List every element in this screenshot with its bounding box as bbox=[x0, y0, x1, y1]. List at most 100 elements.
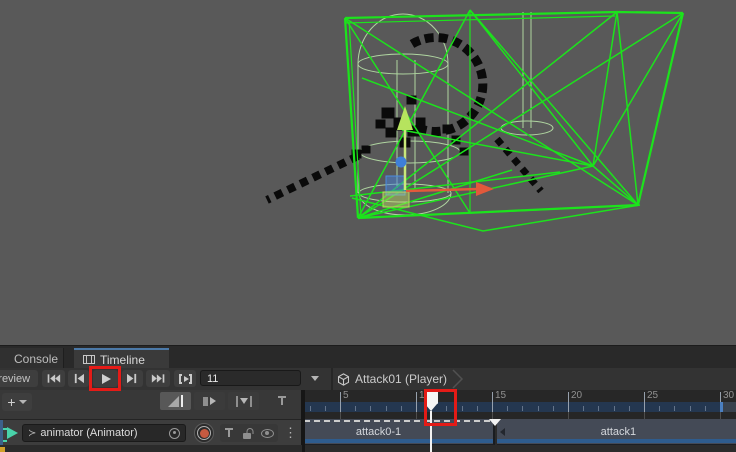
film-icon bbox=[83, 354, 95, 365]
highlight-playhead bbox=[424, 389, 457, 426]
ruler-gridline bbox=[416, 412, 417, 419]
ruler-tick bbox=[598, 406, 599, 411]
clip-blend-marker bbox=[489, 419, 501, 426]
ruler-tick bbox=[705, 406, 706, 411]
unity-editor: Console Timeline Preview bbox=[0, 0, 736, 452]
play-range-button[interactable] bbox=[174, 370, 196, 387]
ruler-gridline bbox=[340, 412, 341, 419]
ruler-tick bbox=[629, 406, 630, 411]
lock-icon[interactable] bbox=[243, 428, 252, 439]
next-frame-icon bbox=[126, 373, 139, 384]
bottom-strip bbox=[0, 445, 302, 452]
ruler-label: 30 bbox=[723, 390, 734, 401]
pin-icon[interactable] bbox=[224, 427, 234, 439]
ruler-label: 15 bbox=[495, 390, 506, 401]
ruler-tick bbox=[674, 406, 675, 411]
ruler-major-tick bbox=[644, 392, 645, 412]
highlight-play-button bbox=[89, 366, 121, 391]
replace-bar-left bbox=[236, 396, 238, 407]
go-to-start-icon bbox=[46, 373, 61, 384]
ruler-tick bbox=[659, 406, 660, 411]
mix-mode-bar bbox=[181, 395, 183, 407]
ruler-tick bbox=[386, 406, 387, 411]
ruler-major-tick bbox=[492, 392, 493, 412]
clip-label: attack0-1 bbox=[356, 426, 401, 438]
more-options-icon[interactable]: ⋮ bbox=[284, 423, 297, 443]
breadcrumb[interactable]: Attack01 (Player) bbox=[337, 368, 464, 390]
ruler-gridline bbox=[644, 412, 645, 419]
ruler-tick bbox=[614, 406, 615, 411]
ripple-mode-icon bbox=[203, 397, 208, 406]
tab-console[interactable]: Console bbox=[0, 348, 64, 369]
replace-bar-right bbox=[250, 396, 252, 407]
gizmo-x-axis[interactable] bbox=[406, 189, 478, 191]
add-track-button[interactable]: + bbox=[2, 393, 32, 411]
ruler-tick bbox=[477, 406, 478, 411]
gizmo-x-arrowhead[interactable] bbox=[476, 182, 494, 196]
ruler-major-tick bbox=[416, 392, 417, 412]
ruler-label: 20 bbox=[571, 390, 582, 401]
animator-icon: ≻ bbox=[28, 428, 36, 439]
replace-mode-button[interactable] bbox=[228, 392, 259, 410]
bottom-strip-right bbox=[305, 445, 736, 452]
mix-mode-button[interactable] bbox=[160, 392, 191, 410]
clip-attack1[interactable]: attack1 bbox=[497, 419, 736, 445]
track-binding-label: animator (Animator) bbox=[40, 427, 137, 439]
ruler-tick bbox=[690, 406, 691, 411]
ruler-gap bbox=[305, 412, 736, 419]
clip-in-notch bbox=[500, 428, 505, 436]
replace-mode-icon bbox=[240, 398, 248, 404]
ruler-tick bbox=[462, 406, 463, 411]
ripple-mode-button[interactable] bbox=[194, 392, 225, 410]
timeline-panel: Console Timeline Preview bbox=[0, 345, 736, 452]
add-label: + bbox=[7, 394, 15, 410]
ruler-gridline bbox=[568, 412, 569, 419]
ruler-tick bbox=[507, 406, 508, 411]
clip-row[interactable]: attack0-1 attack1 bbox=[305, 419, 736, 445]
pin-icon bbox=[277, 395, 287, 407]
track-binding-field[interactable]: ≻ animator (Animator) bbox=[22, 424, 186, 442]
gizmo-z-handle[interactable] bbox=[396, 157, 407, 168]
gizmo-xz-plane[interactable] bbox=[383, 192, 409, 207]
marker-toggle-button[interactable] bbox=[266, 392, 297, 410]
frame-field[interactable]: 11 bbox=[200, 370, 301, 386]
mix-mode-icon bbox=[168, 396, 179, 407]
object-picker-icon[interactable] bbox=[169, 428, 180, 439]
play-range-icon bbox=[178, 373, 193, 385]
breadcrumb-chevron-icon bbox=[452, 369, 464, 389]
breadcrumb-label: Attack01 (Player) bbox=[355, 372, 447, 386]
go-to-start-button[interactable] bbox=[42, 370, 65, 387]
clip-attack0-1[interactable]: attack0-1 bbox=[305, 419, 495, 445]
toolbar-divider bbox=[331, 368, 333, 390]
ruler-tick bbox=[553, 406, 554, 411]
track-header[interactable]: ≻ animator (Animator) ⋮ bbox=[0, 419, 301, 445]
ruler-tick bbox=[325, 406, 326, 411]
eye-icon[interactable] bbox=[261, 429, 274, 438]
animation-track-icon bbox=[7, 427, 18, 439]
ruler-tick bbox=[538, 406, 539, 411]
tab-timeline-label: Timeline bbox=[100, 353, 145, 367]
ruler-tick bbox=[401, 406, 402, 411]
ruler-label: 5 bbox=[343, 390, 349, 401]
previous-frame-icon bbox=[72, 373, 85, 384]
ruler-tick bbox=[522, 406, 523, 411]
ruler-major-tick bbox=[568, 392, 569, 412]
scene-view[interactable] bbox=[0, 0, 736, 345]
track-options-group bbox=[220, 424, 278, 442]
preview-toggle[interactable]: Preview bbox=[0, 370, 38, 387]
ruler-tick bbox=[310, 406, 311, 411]
timeline-content[interactable]: attack0-1attack1 51015202530 bbox=[305, 390, 736, 452]
ruler-gridline bbox=[720, 412, 721, 419]
cube-icon bbox=[337, 373, 350, 386]
record-button[interactable] bbox=[194, 423, 214, 443]
next-frame-button[interactable] bbox=[122, 370, 143, 387]
ruler-tick bbox=[355, 406, 356, 411]
previous-frame-button[interactable] bbox=[68, 370, 89, 387]
chevron-down-icon bbox=[19, 400, 27, 404]
frame-field-dropdown[interactable] bbox=[305, 370, 325, 387]
go-to-end-icon bbox=[151, 373, 166, 384]
preview-label: Preview bbox=[0, 373, 30, 385]
scene-canvas bbox=[0, 0, 736, 345]
clip-stripe bbox=[497, 439, 736, 443]
go-to-end-button[interactable] bbox=[146, 370, 170, 387]
